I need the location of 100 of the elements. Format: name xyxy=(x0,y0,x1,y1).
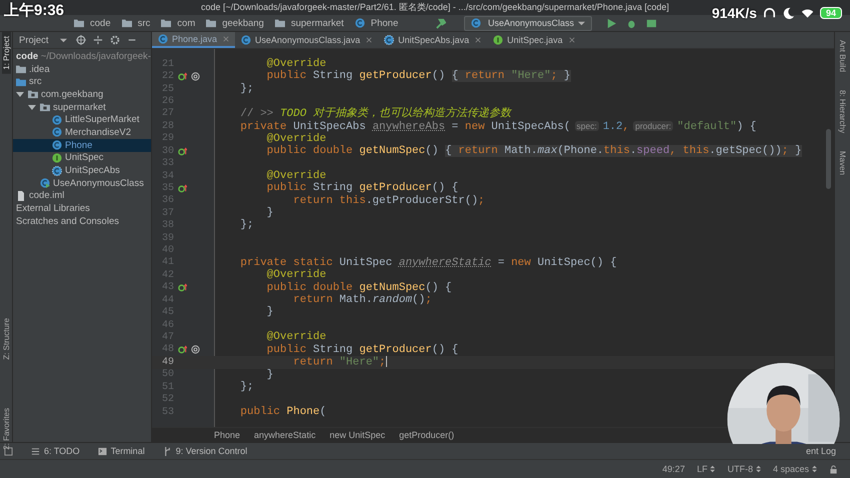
abstract-class-icon xyxy=(384,35,394,45)
tree-item[interactable]: External Libraries xyxy=(13,202,151,215)
breadcrumb-link[interactable]: supermarket xyxy=(272,18,350,28)
up-down-icon[interactable] xyxy=(756,465,761,473)
caret-icon[interactable] xyxy=(16,90,24,98)
folder-icon xyxy=(122,18,132,28)
override-icon[interactable] xyxy=(178,345,187,354)
tool-window-tab[interactable]: 2: Favorites xyxy=(2,404,10,454)
folder-icon xyxy=(16,64,26,74)
breadcrumb-link[interactable]: com xyxy=(159,18,202,28)
caret-icon[interactable] xyxy=(578,20,585,26)
close-icon[interactable] xyxy=(568,37,575,43)
package-icon xyxy=(28,89,38,100)
breadcrumb-link[interactable]: anywhereStatic xyxy=(254,430,316,440)
up-down-icon[interactable] xyxy=(710,465,716,473)
at-sign-icon[interactable] xyxy=(191,72,200,82)
close-icon[interactable] xyxy=(475,37,482,43)
class-icon xyxy=(158,34,168,44)
tool-window-button[interactable]: 9: Version Control xyxy=(158,446,252,456)
override-icon[interactable] xyxy=(178,72,187,82)
tree-item[interactable]: UnitSpec xyxy=(13,152,151,164)
override-icon[interactable] xyxy=(178,184,187,193)
battery-level: 94 xyxy=(820,7,842,19)
target-icon[interactable] xyxy=(76,35,86,45)
run-icon[interactable] xyxy=(606,18,617,28)
project-view-dropdown[interactable]: Project xyxy=(17,34,69,46)
coverage-icon[interactable] xyxy=(646,18,657,28)
at-sign-icon[interactable] xyxy=(191,345,200,354)
override-icon[interactable] xyxy=(178,283,187,292)
editor-tab[interactable]: Phone.java xyxy=(152,32,236,48)
class-icon xyxy=(241,35,252,45)
tool-window-tab[interactable]: Z: Structure xyxy=(2,314,10,364)
code-line: @Override xyxy=(266,269,328,282)
code-line: public String getProducer() { xyxy=(266,182,460,195)
tree-item[interactable]: MerchandiseV2 xyxy=(13,126,151,139)
close-icon[interactable] xyxy=(366,37,372,43)
tree-item[interactable]: src xyxy=(13,75,151,88)
collapse-icon[interactable] xyxy=(93,35,103,45)
tree-item[interactable]: Phone xyxy=(13,138,151,152)
terminal-icon[interactable] xyxy=(98,446,107,456)
code-line: private UnitSpecAbs anywhereAbs = new UnitSpecAbs( spec: 1.2, producer: "default") { xyxy=(239,120,758,133)
tool-window-tab[interactable]: 8: Hierarchy xyxy=(838,86,847,138)
editor-tab[interactable]: UnitSpecAbs.java xyxy=(378,32,488,48)
caret-icon[interactable] xyxy=(28,103,36,112)
tree-item[interactable]: com.geekbang xyxy=(13,88,151,101)
editor-tab[interactable]: UseAnonymousClass.java xyxy=(235,32,378,48)
tree-item[interactable]: .idea xyxy=(13,62,151,76)
tool-window-tab[interactable]: 1: Project xyxy=(2,32,10,74)
folder-icon xyxy=(274,18,285,28)
hammer-icon[interactable] xyxy=(434,18,446,28)
run-config-dropdown[interactable]: UseAnonymousClass xyxy=(464,16,592,30)
settings-icon[interactable] xyxy=(110,35,120,45)
class-icon xyxy=(354,18,365,28)
moon-icon xyxy=(782,6,795,20)
headphones-icon xyxy=(762,6,776,20)
tree-item[interactable]: supermarket xyxy=(13,100,151,114)
tree-item[interactable]: LittleSuperMarket xyxy=(13,113,151,126)
override-icon[interactable] xyxy=(178,146,187,156)
code-line: @Override xyxy=(266,132,328,145)
indent-selector[interactable]: 4 spaces xyxy=(772,464,817,474)
clock-text: 上午9:36 xyxy=(4,1,64,20)
breadcrumb-link[interactable]: Phone xyxy=(352,18,404,28)
code-line: }; xyxy=(239,82,255,96)
code-line: } xyxy=(266,368,274,381)
up-down-icon[interactable] xyxy=(812,465,817,473)
lock-icon[interactable] xyxy=(829,464,838,474)
tool-window-tab[interactable]: Ant Build xyxy=(838,36,847,76)
class-icon xyxy=(52,114,62,125)
caret-icon[interactable] xyxy=(60,36,67,44)
code-line: }; xyxy=(239,380,255,394)
branch-icon[interactable] xyxy=(162,446,172,456)
tree-item[interactable]: UnitSpecAbs xyxy=(13,164,151,177)
line-separator-selector[interactable]: LF xyxy=(696,464,716,474)
folder-icon xyxy=(206,18,216,28)
scrollbar-thumb[interactable] xyxy=(826,129,831,189)
interface-icon xyxy=(493,35,504,45)
wifi-icon xyxy=(800,6,814,20)
breadcrumb-link[interactable]: getProducer() xyxy=(399,430,454,440)
breadcrumb-link[interactable]: Phone xyxy=(214,430,240,440)
breadcrumb-link[interactable]: code xyxy=(72,18,117,28)
encoding-selector[interactable]: UTF-8 xyxy=(727,464,761,474)
breadcrumb-link[interactable]: src xyxy=(120,18,156,28)
tree-item[interactable]: UseAnonymousClass xyxy=(13,176,151,190)
code-line: @Override xyxy=(266,331,328,344)
tool-window-tab[interactable]: Maven xyxy=(838,147,847,180)
tree-item[interactable]: code.iml xyxy=(13,190,151,202)
breadcrumb-link[interactable]: geekbang xyxy=(204,18,270,28)
tree-item[interactable]: code ~/Downloads/javaforgeek- xyxy=(13,50,151,63)
code-line: @Override xyxy=(266,58,328,70)
caret-position[interactable]: 49:27 xyxy=(662,464,685,474)
code-line: // >> TODO 对于抽象类，也可以给构造方法传递参数 xyxy=(239,108,513,120)
list-icon[interactable] xyxy=(31,446,40,456)
code-line: }; xyxy=(239,219,255,232)
tool-window-button[interactable]: 6: TODO xyxy=(27,446,84,456)
breadcrumb-link[interactable]: new UnitSpec xyxy=(330,430,386,440)
class-icon xyxy=(52,140,62,150)
editor-tab[interactable]: UnitSpec.java xyxy=(487,32,581,48)
folder-icon xyxy=(16,76,26,87)
tree-item[interactable]: Scratches and Consoles xyxy=(13,214,151,228)
tool-window-button[interactable]: Terminal xyxy=(94,446,149,456)
